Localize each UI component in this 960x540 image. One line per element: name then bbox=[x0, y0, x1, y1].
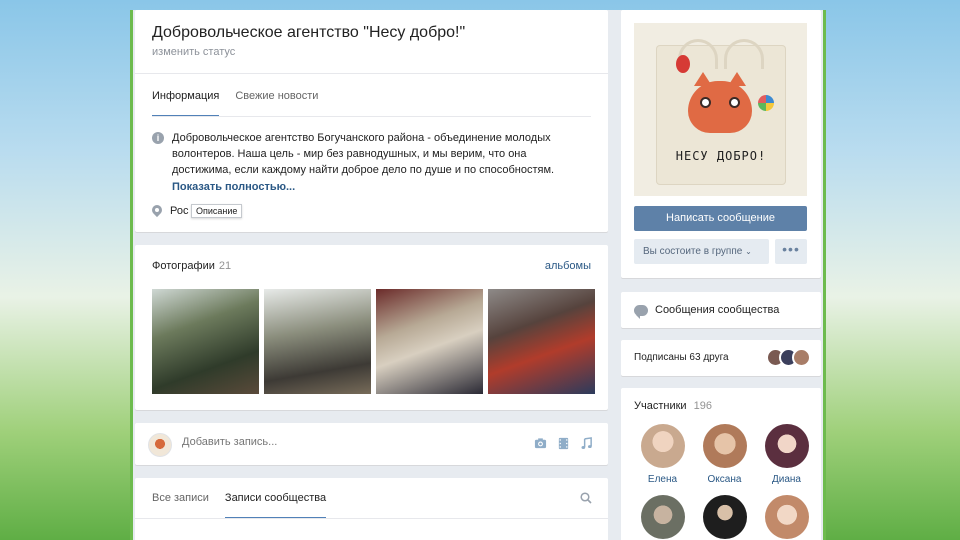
members-count: 196 bbox=[693, 400, 712, 412]
chevron-down-icon: ⌄ bbox=[745, 247, 752, 256]
tooltip: Описание bbox=[191, 204, 243, 218]
photo-thumbnail[interactable] bbox=[488, 289, 595, 394]
balloon-icon bbox=[676, 55, 690, 73]
member-name: Оксана bbox=[707, 474, 742, 485]
location-pin-icon bbox=[152, 205, 162, 217]
info-icon: i bbox=[152, 132, 164, 144]
location-row: Рос bbox=[152, 205, 188, 217]
tabs-divider bbox=[152, 116, 591, 117]
member-name: Елена bbox=[647, 474, 678, 485]
albums-link[interactable]: альбомы bbox=[545, 260, 591, 272]
add-post-input[interactable] bbox=[182, 436, 502, 448]
cat-eye bbox=[700, 97, 711, 108]
photos-card: Фотографии 21 альбомы bbox=[135, 245, 608, 410]
more-actions-button[interactable]: ••• bbox=[775, 239, 807, 264]
cover-text: НЕСУ ДОБРО! bbox=[675, 149, 767, 163]
membership-dropdown[interactable]: Вы состоите в группе ⌄ bbox=[634, 239, 769, 264]
photo-thumbnail[interactable] bbox=[264, 289, 371, 394]
cat-eye bbox=[729, 97, 740, 108]
member-item[interactable] bbox=[696, 495, 753, 540]
cat-illustration bbox=[688, 72, 752, 133]
wall-divider bbox=[135, 518, 608, 519]
header-tabs: Информация Свежие новости bbox=[152, 90, 318, 117]
show-more-link[interactable]: Показать полностью... bbox=[172, 181, 295, 193]
avatar bbox=[702, 495, 747, 539]
avatar bbox=[764, 495, 809, 539]
friends-avatars bbox=[766, 348, 811, 367]
wall-tabs: Все записи Записи сообщества bbox=[152, 492, 327, 519]
avatar bbox=[764, 424, 809, 468]
community-messages-label: Сообщения сообщества bbox=[655, 304, 780, 316]
member-item[interactable]: Диана bbox=[758, 424, 815, 485]
photo-thumbnail[interactable] bbox=[152, 289, 259, 394]
photos-title[interactable]: Фотографии 21 bbox=[152, 260, 231, 272]
right-frame bbox=[823, 10, 826, 540]
membership-label: Вы состоите в группе bbox=[643, 246, 743, 257]
photo-thumbnails bbox=[152, 289, 595, 394]
photo-thumbnail[interactable] bbox=[376, 289, 483, 394]
member-name: Диана bbox=[771, 474, 801, 485]
music-icon[interactable] bbox=[580, 437, 593, 450]
attachment-icons bbox=[534, 437, 593, 450]
members-title-label: Участники bbox=[634, 400, 687, 412]
community-messages-link[interactable]: Сообщения сообщества bbox=[634, 304, 780, 319]
avatar[interactable] bbox=[792, 348, 811, 367]
community-messages-card: Сообщения сообщества bbox=[621, 292, 821, 328]
message-bubble-icon bbox=[634, 304, 648, 319]
photos-count: 21 bbox=[218, 260, 232, 272]
avatar bbox=[640, 424, 685, 468]
status-edit-link[interactable]: изменить статус bbox=[152, 46, 235, 58]
write-message-button[interactable]: Написать сообщение bbox=[634, 206, 807, 231]
camera-icon[interactable] bbox=[534, 437, 547, 450]
tab-all-posts[interactable]: Все записи bbox=[152, 492, 209, 519]
post-composer bbox=[135, 423, 608, 465]
group-page: Добровольческое агентство "Несу добро!" … bbox=[133, 10, 823, 540]
avatar bbox=[148, 433, 172, 457]
friends-subscribed-label[interactable]: Подписаны 63 друга bbox=[634, 352, 729, 363]
tab-info[interactable]: Информация bbox=[152, 90, 220, 117]
group-header-card: Добровольческое агентство "Несу добро!" … bbox=[135, 10, 608, 232]
location-text: Рос bbox=[170, 205, 189, 217]
search-icon[interactable] bbox=[580, 492, 592, 504]
avatar bbox=[640, 495, 685, 539]
member-item[interactable] bbox=[634, 495, 691, 540]
group-description: Добровольческое агентство Богучанского р… bbox=[172, 132, 555, 176]
tab-news[interactable]: Свежие новости bbox=[235, 90, 318, 117]
wall-card: Все записи Записи сообщества bbox=[135, 478, 608, 540]
bag-handle bbox=[724, 39, 764, 69]
description-row: i Добровольческое агентство Богучанского… bbox=[152, 130, 582, 178]
video-icon[interactable] bbox=[557, 437, 570, 450]
tote-bag-image: НЕСУ ДОБРО! bbox=[656, 39, 786, 185]
photos-title-label: Фотографии bbox=[152, 260, 215, 272]
member-item[interactable]: Оксана bbox=[696, 424, 753, 485]
group-cover-card: НЕСУ ДОБРО! Написать сообщение Вы состои… bbox=[621, 10, 821, 278]
member-item[interactable] bbox=[758, 495, 815, 540]
page-title: Добровольческое агентство "Несу добро!" bbox=[152, 24, 466, 41]
members-card: Участники 196 Елена Оксана Диана bbox=[621, 388, 821, 540]
avatar bbox=[702, 424, 747, 468]
members-title[interactable]: Участники 196 bbox=[634, 400, 712, 412]
tab-community-posts[interactable]: Записи сообщества bbox=[224, 492, 327, 519]
group-cover-image[interactable]: НЕСУ ДОБРО! bbox=[634, 23, 807, 196]
divider bbox=[135, 73, 608, 74]
friends-card: Подписаны 63 друга bbox=[621, 340, 821, 376]
pinwheel-icon bbox=[758, 95, 774, 111]
members-grid: Елена Оксана Диана bbox=[634, 424, 814, 540]
member-item[interactable]: Елена bbox=[634, 424, 691, 485]
